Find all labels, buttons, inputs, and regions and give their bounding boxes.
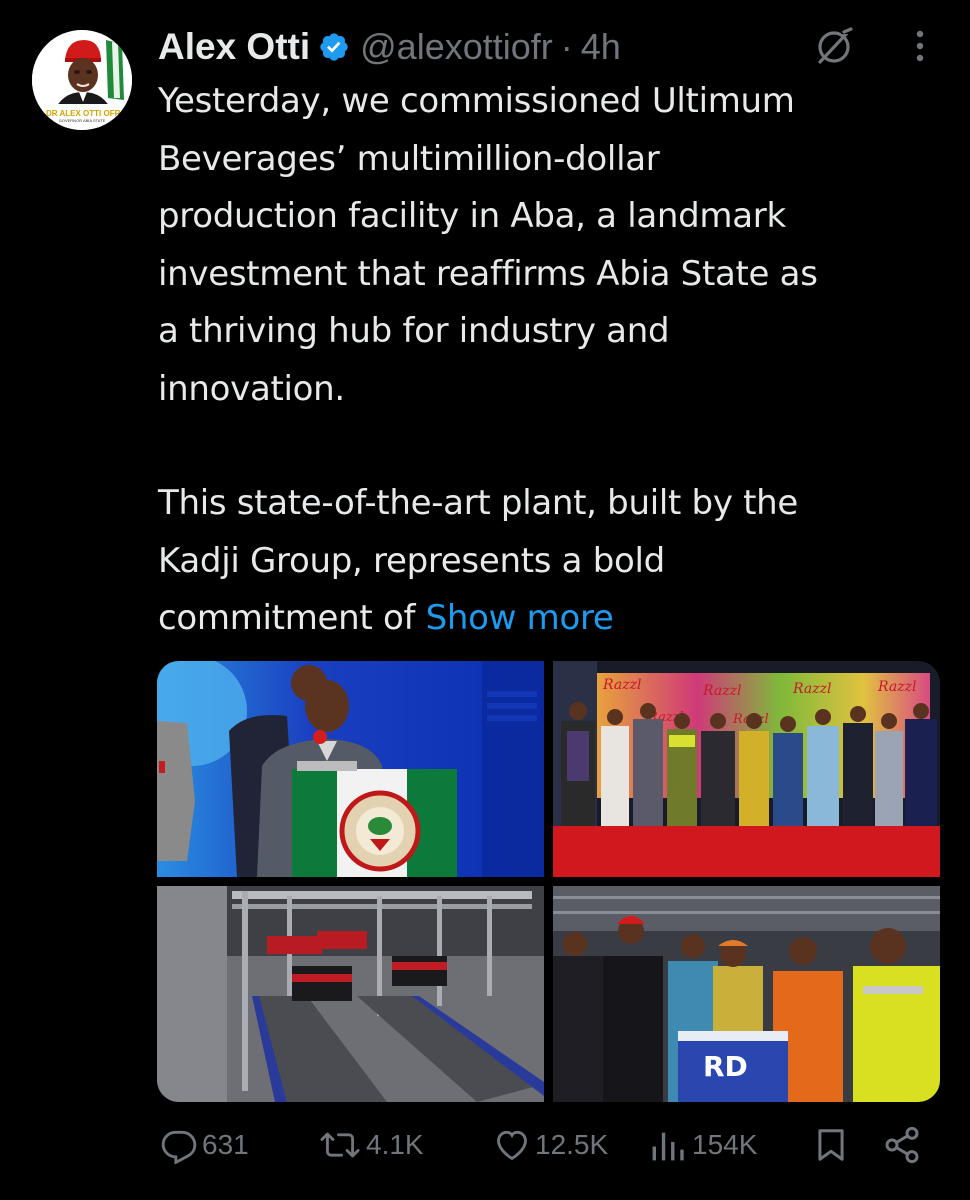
svg-text:Razzl: Razzl [877,679,916,695]
svg-text:Razzl: Razzl [602,677,641,693]
avatar-caption-name: DR ALEX OTTI OFR [46,109,121,118]
photo-celebration-image: RD [553,886,940,1102]
like-button[interactable]: 12.5K [493,1120,608,1170]
reply-button[interactable]: 631 [160,1120,249,1170]
show-more-link[interactable]: Show more [426,598,614,638]
timestamp[interactable]: 4h [581,26,621,68]
views-button[interactable]: 154K [648,1120,757,1170]
photo-bottling-image [157,886,544,1102]
repost-count: 4.1K [366,1129,424,1160]
repost-button[interactable]: 4.1K [318,1120,424,1170]
tweet-paragraph-2: This state-of-the-art plant, built by th… [158,475,948,648]
media-photo-podium[interactable] [157,661,544,877]
tweet-text: Yesterday, we commissioned Ultimum Bever… [158,73,948,648]
media-photo-celebration[interactable]: RD [553,886,940,1102]
reply-count: 631 [202,1129,249,1160]
svg-text:RD: RD [703,1050,748,1083]
avatar[interactable]: DR ALEX OTTI OFR GOVERNOR ABIA STATE [32,30,132,130]
tweet[interactable]: DR ALEX OTTI OFR GOVERNOR ABIA STATE Ale… [0,0,970,1200]
text-line: commitment of [158,598,426,638]
author-handle[interactable]: @alexottiofr [360,26,553,68]
bookmark-icon [818,1129,844,1161]
like-count: 12.5K [535,1129,609,1160]
text-line: innovation. [158,368,345,409]
photo-group-image: Razzl Razzl Razzl Razzl Razzl Razzl [553,661,940,877]
svg-text:Razzl: Razzl [702,683,741,699]
media-grid: Razzl Razzl Razzl Razzl Razzl Razzl [157,661,940,1102]
verified-badge-icon [320,33,348,61]
text-line: investment that reaffirms Abia State as [158,253,818,294]
tweet-paragraph-1: Yesterday, we commissioned Ultimum Bever… [158,73,948,418]
bookmark-button[interactable] [812,1120,850,1170]
text-line: Beverages’ multimillion-dollar [158,138,660,179]
text-line: a thriving hub for industry and [158,311,670,351]
text-line: This state-of-the-art plant, built by th… [158,483,799,523]
action-bar: 631 4.1K 12.5K 154K [0,1120,970,1170]
views-count: 154K [692,1129,758,1160]
tweet-header: Alex Otti @alexottiofr · 4h [158,22,621,72]
photo-podium-image [157,661,544,877]
like-icon [497,1130,527,1161]
views-icon [652,1132,684,1161]
reply-icon [161,1130,197,1164]
text-line: production facility in Aba, a landmark [158,196,786,236]
share-icon [885,1126,919,1164]
grok-icon[interactable] [815,26,855,66]
more-icon[interactable] [905,26,935,66]
author-name[interactable]: Alex Otti [158,26,310,68]
media-photo-bottling[interactable] [157,886,544,1102]
header-separator: · [560,26,573,67]
share-button[interactable] [882,1120,922,1170]
media-photo-group[interactable]: Razzl Razzl Razzl Razzl Razzl Razzl [553,661,940,877]
avatar-caption: DR ALEX OTTI OFR GOVERNOR ABIA STATE [46,109,121,123]
text-line: Kadji Group, represents a bold [158,540,665,581]
svg-text:Razzl: Razzl [792,681,831,697]
text-line: Yesterday, we commissioned Ultimum [158,81,795,121]
repost-icon [320,1132,360,1158]
avatar-caption-title: GOVERNOR ABIA STATE [58,118,106,123]
